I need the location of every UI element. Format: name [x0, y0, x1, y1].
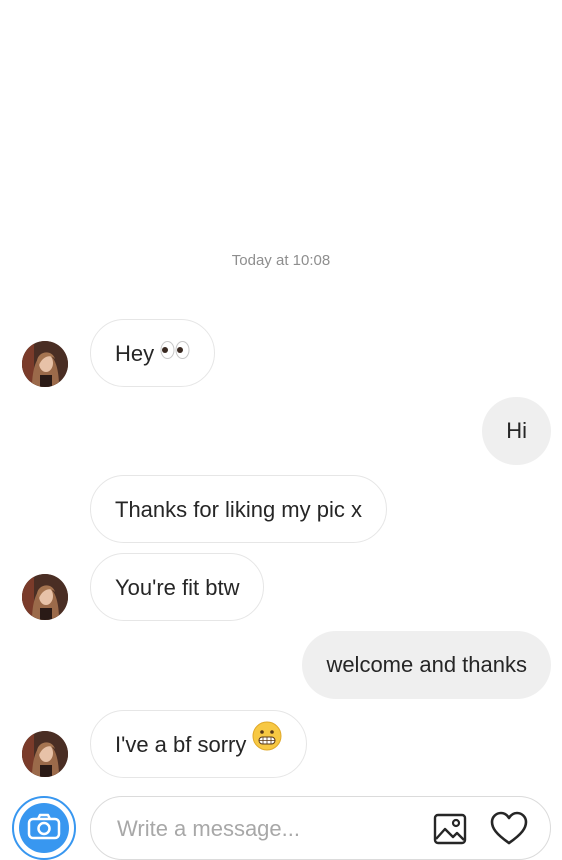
heart-icon — [490, 811, 528, 845]
message-text: welcome and thanks — [326, 652, 527, 677]
grimacing-face-emoji-icon — [252, 710, 282, 778]
message-composer — [0, 796, 562, 860]
message-text: Thanks for liking my pic x — [115, 497, 362, 522]
message-input[interactable] — [117, 809, 417, 849]
message-input-container[interactable] — [90, 796, 551, 860]
message-text: Hey — [115, 341, 155, 366]
sender-avatar[interactable] — [22, 731, 68, 777]
camera-icon — [27, 813, 61, 840]
outgoing-message-bubble[interactable]: welcome and thanks — [302, 631, 551, 699]
eyes-emoji-icon — [160, 319, 190, 387]
sender-avatar[interactable] — [22, 341, 68, 387]
camera-button[interactable] — [12, 796, 76, 860]
incoming-message-bubble[interactable]: Hey — [90, 319, 216, 387]
incoming-message-bubble[interactable]: You're fit btw — [90, 553, 265, 621]
message-text: You're fit btw — [115, 575, 240, 600]
outgoing-message-bubble[interactable]: Hi — [482, 397, 551, 465]
like-button[interactable] — [490, 811, 528, 847]
thread-timestamp: Today at 10:08 — [231, 252, 331, 269]
sender-avatar[interactable] — [22, 574, 68, 620]
incoming-message-bubble[interactable]: I've a bf sorry — [90, 710, 308, 778]
incoming-message-bubble[interactable]: Thanks for liking my pic x — [90, 475, 387, 543]
message-text: Hi — [506, 418, 527, 443]
gallery-button[interactable] — [433, 812, 467, 846]
message-text: I've a bf sorry — [115, 732, 247, 757]
image-gallery-icon — [433, 813, 467, 845]
